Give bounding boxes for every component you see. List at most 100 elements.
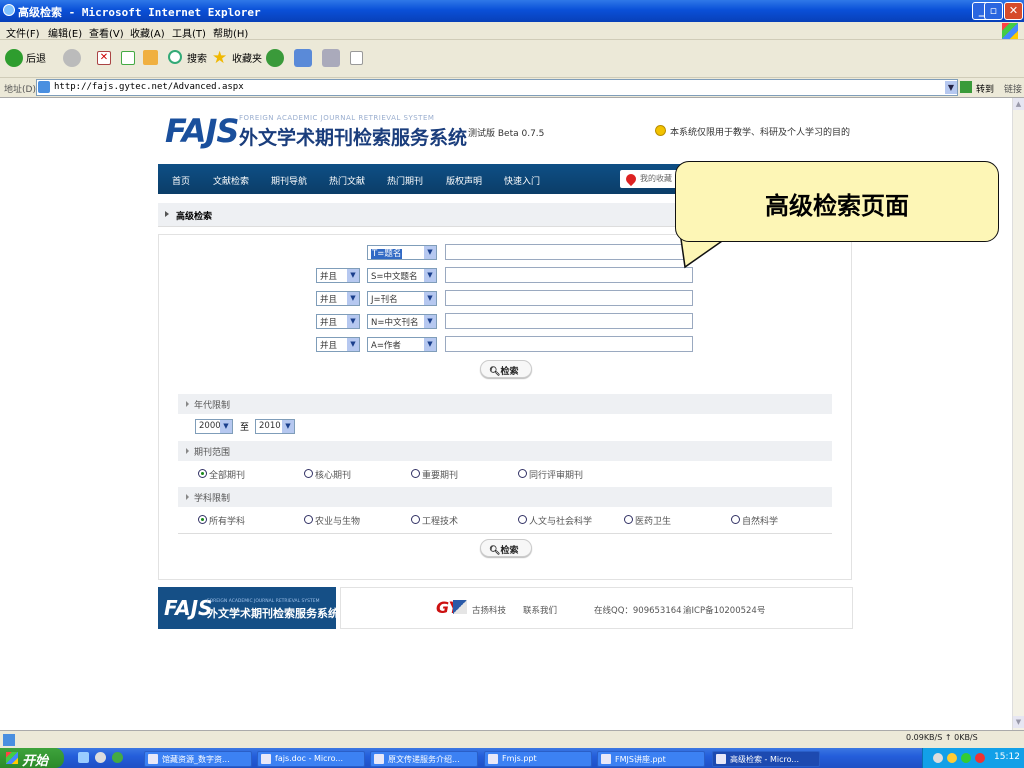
window-title-bar[interactable]: 高级检索 - Microsoft Internet Explorer _ ▫ ✕	[0, 0, 1024, 22]
chevron-down-icon: ▼	[347, 338, 359, 351]
field-select-2[interactable]: S=中文题名 ▼	[367, 268, 437, 283]
search-input-1[interactable]	[445, 244, 693, 260]
back-arrow-icon[interactable]	[5, 49, 23, 67]
forward-arrow-icon[interactable]	[63, 49, 81, 67]
field-select-1[interactable]: T=题名 ▼	[367, 245, 437, 260]
taskbar-item-1[interactable]: 馆藏资源_数字资...	[144, 751, 252, 767]
radio-core-journals[interactable]: 核心期刊	[304, 468, 351, 481]
year-limit-header: 年代限制	[178, 394, 832, 414]
search-input-4[interactable]	[445, 313, 693, 329]
taskbar-item-6[interactable]: 高级检索 - Micro...	[712, 751, 820, 767]
radio-important-journals[interactable]: 重要期刊	[411, 468, 458, 481]
go-button[interactable]: 转到	[976, 82, 994, 95]
home-icon[interactable]	[143, 50, 158, 65]
tray-icon[interactable]	[947, 753, 957, 763]
favorites-label[interactable]: 收藏夹	[232, 50, 262, 65]
operator-select-4[interactable]: 并且 ▼	[316, 314, 360, 329]
radio-label: 医药卫生	[635, 517, 672, 527]
radio-agriculture-biology[interactable]: 农业与生物	[304, 514, 360, 527]
transfer-speed: 0.09KB/S ↑ 0KB/S	[906, 733, 978, 742]
footer-logo: FAJS	[164, 596, 213, 620]
taskbar-item-4[interactable]: Fmjs.ppt	[484, 751, 592, 767]
scroll-up-icon[interactable]: ▲	[1013, 98, 1024, 110]
refresh-icon[interactable]	[121, 51, 135, 65]
go-arrow-icon[interactable]	[960, 81, 972, 93]
close-button[interactable]: ✕	[1004, 2, 1023, 20]
radio-natural-science[interactable]: 自然科学	[731, 514, 778, 527]
maximize-button[interactable]: ▫	[984, 2, 1003, 20]
radio-label: 全部期刊	[209, 471, 246, 481]
menu-file[interactable]: 文件(F)	[6, 25, 40, 40]
taskbar-item-5[interactable]: FMJS讲座.ppt	[597, 751, 705, 767]
operator-select-5[interactable]: 并且 ▼	[316, 337, 360, 352]
radio-all-journals[interactable]: 全部期刊	[198, 468, 245, 481]
field-select-4[interactable]: N=中文刊名 ▼	[367, 314, 437, 329]
chevron-down-icon: ▼	[347, 269, 359, 282]
history-icon[interactable]	[266, 49, 284, 67]
stop-icon[interactable]: ✕	[97, 51, 111, 65]
my-favorites-label: 我的收藏	[640, 174, 672, 183]
company-name[interactable]: 古扬科技	[472, 604, 506, 616]
address-dropdown-icon[interactable]: ▼	[945, 81, 957, 94]
taskbar-item-2[interactable]: fajs.doc - Micro...	[257, 751, 365, 767]
contact-link[interactable]: 联系我们	[523, 604, 557, 616]
radio-humanities-social[interactable]: 人文与社会科学	[518, 514, 592, 527]
search-input-3[interactable]	[445, 290, 693, 306]
clock[interactable]: 15:12	[994, 752, 1020, 762]
radio-peer-reviewed-journals[interactable]: 同行评审期刊	[518, 468, 583, 481]
links-label[interactable]: 链接	[1004, 82, 1022, 95]
menu-edit[interactable]: 编辑(E)	[48, 25, 82, 40]
menu-tools[interactable]: 工具(T)	[172, 25, 206, 40]
edit-icon[interactable]	[350, 51, 363, 65]
menu-favorites[interactable]: 收藏(A)	[130, 25, 165, 40]
year-to-select[interactable]: 2010 ▼	[255, 419, 295, 434]
radio-all-subjects[interactable]: 所有学科	[198, 514, 245, 527]
search-button-bottom[interactable]: 🔍︎检索	[480, 539, 532, 557]
nav-journal-navigation[interactable]: 期刊导航	[271, 174, 307, 187]
search-icon[interactable]	[168, 50, 182, 64]
menu-view[interactable]: 查看(V)	[89, 25, 124, 40]
quicklaunch-media-icon[interactable]	[95, 752, 106, 763]
menu-help[interactable]: 帮助(H)	[213, 25, 248, 40]
field-select-5[interactable]: A=作者 ▼	[367, 337, 437, 352]
mail-icon[interactable]	[294, 49, 312, 67]
nav-literature-search[interactable]: 文献检索	[213, 174, 249, 187]
start-button[interactable]: 开始	[0, 748, 64, 768]
quicklaunch-desktop-icon[interactable]	[78, 752, 89, 763]
company-logo-mark	[453, 600, 467, 614]
operator-select-2[interactable]: 并且 ▼	[316, 268, 360, 283]
radio-label: 同行评审期刊	[529, 471, 584, 481]
operator-select-3[interactable]: 并且 ▼	[316, 291, 360, 306]
site-logo[interactable]: FAJS	[165, 112, 239, 150]
chevron-down-icon: ▼	[220, 420, 232, 433]
nav-home[interactable]: 首页	[172, 174, 190, 187]
nav-hot-literature[interactable]: 热门文献	[329, 174, 365, 187]
nav-hot-journals[interactable]: 热门期刊	[387, 174, 423, 187]
search-input-5[interactable]	[445, 336, 693, 352]
tray-icon[interactable]	[975, 753, 985, 763]
print-icon[interactable]	[322, 49, 340, 67]
favorites-star-icon[interactable]: ★	[212, 48, 227, 68]
address-input[interactable]: http://fajs.gytec.net/Advanced.aspx	[36, 79, 958, 96]
search-label[interactable]: 搜索	[187, 50, 207, 65]
year-from-select[interactable]: 2000 ▼	[195, 419, 233, 434]
back-label[interactable]: 后退	[26, 50, 46, 65]
field-select-3[interactable]: J=刊名 ▼	[367, 291, 437, 306]
my-favorites-button[interactable]: 我的收藏	[620, 170, 678, 188]
radio-engineering[interactable]: 工程技术	[411, 514, 458, 527]
tray-icon[interactable]	[933, 753, 943, 763]
scroll-down-icon[interactable]: ▼	[1013, 716, 1024, 728]
radio-icon	[518, 469, 527, 478]
radio-icon	[198, 515, 207, 524]
nav-quick-start[interactable]: 快速入门	[504, 174, 540, 187]
search-input-2[interactable]	[445, 267, 693, 283]
tray-icon[interactable]	[961, 753, 971, 763]
quicklaunch-browser-icon[interactable]	[112, 752, 123, 763]
nav-copyright[interactable]: 版权声明	[446, 174, 482, 187]
vertical-scrollbar[interactable]: ▲ ▼	[1012, 98, 1024, 730]
radio-icon	[304, 469, 313, 478]
taskbar-item-3[interactable]: 原文传递服务介绍...	[370, 751, 478, 767]
annotation-callout: 高级检索页面	[675, 161, 999, 242]
search-button-top[interactable]: 🔍︎检索	[480, 360, 532, 378]
radio-medicine-health[interactable]: 医药卫生	[624, 514, 671, 527]
